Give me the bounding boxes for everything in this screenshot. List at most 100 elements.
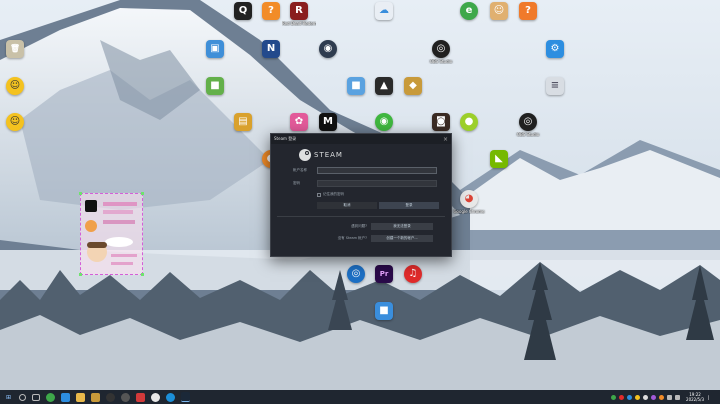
create-account-button[interactable]: 创建一个新的帐户... (371, 235, 433, 242)
desktop-icon-label: OBS Studio (429, 59, 453, 64)
tray-purple-icon[interactable] (651, 394, 657, 400)
chrome-icon: ◕ (460, 190, 478, 208)
network-icon[interactable] (667, 394, 673, 400)
help-lost-row: 遇到问题? 我无法登录 (307, 223, 433, 230)
steam-logo-icon (299, 149, 311, 161)
bag-icon: ▤ (234, 113, 252, 131)
help-lost-text: 遇到问题? (351, 224, 367, 228)
remember-password-checkbox[interactable] (317, 192, 321, 197)
app-n-icon: N (262, 40, 280, 58)
taskbar-app-green-icon[interactable] (46, 392, 55, 402)
desktop-icon-app-mw[interactable]: M (311, 113, 345, 132)
desktop-icon-red-dead-redemption-2[interactable]: R Red Dead Redemption 2 (282, 2, 316, 26)
desktop-icon-nvidia[interactable]: ◣ (482, 150, 516, 169)
avatar-icon: ☺ (490, 2, 508, 20)
recycle-bin-icon: 🗑 (6, 40, 24, 58)
app-blue-icon: ■ (375, 302, 393, 320)
login-button[interactable]: 登录 (379, 202, 439, 209)
app-green-icon: e (460, 2, 478, 20)
nvidia-icon: ◣ (490, 150, 508, 168)
desktop-icon-netease-music[interactable]: ♫ (396, 265, 430, 284)
tray-yellow-icon[interactable] (635, 394, 641, 400)
desktop-icon-label: OBS Studio (516, 132, 540, 137)
account-input[interactable] (317, 167, 437, 174)
divider (277, 216, 445, 217)
desktop-icon-app-green-round[interactable]: ● (452, 113, 486, 132)
password-input[interactable] (317, 180, 437, 187)
search-icon[interactable] (19, 393, 26, 401)
game-icon: ◙ (432, 113, 450, 131)
window-title: Steam 登录 (274, 136, 297, 141)
desktop-icon-app-yellow[interactable]: ☺ (0, 77, 32, 96)
steam-login-window[interactable]: Steam 登录 × STEAM 帐户名称 密码 记住我的密码 取消 登录 遇到… (270, 133, 452, 257)
qq-icon: Q (234, 2, 252, 20)
app-blue-icon: ■ (347, 77, 365, 95)
desktop-icon-recycle-bin[interactable]: 🗑 (0, 40, 32, 59)
cancel-button[interactable]: 取消 (317, 202, 377, 209)
desktop-icon-obs-studio-2[interactable]: ◎ OBS Studio (511, 113, 545, 137)
document-icon: ≡ (546, 77, 564, 95)
globe-icon: ◉ (319, 40, 337, 58)
desktop-icon-label: Google Chrome (453, 209, 485, 214)
steam-titlebar[interactable]: Steam 登录 × (271, 134, 451, 144)
wechat-icon: ◉ (375, 113, 393, 131)
desktop-icon-app-green[interactable]: e (452, 2, 486, 21)
desktop-icon-app-yellow-2[interactable]: ☺ (0, 113, 32, 132)
music-icon: ♫ (404, 265, 422, 283)
desktop-sticker-widget[interactable] (79, 192, 144, 276)
taskbar-app-dark-icon[interactable] (106, 392, 115, 402)
desktop-icon-app-bag[interactable]: ▤ (226, 113, 260, 132)
show-desktop-button[interactable]: ▏ (708, 390, 716, 404)
desktop-icon-google-chrome[interactable]: ◕ Google Chrome (452, 190, 486, 214)
password-row: 密码 (293, 180, 437, 187)
tray-white-icon[interactable] (643, 394, 649, 400)
taskbar-app-folder-icon[interactable] (76, 392, 85, 402)
desktop-icon-wechat[interactable]: ◉ (367, 113, 401, 132)
app-dark-icon: ▲ (375, 77, 393, 95)
taskbar-app-gold-icon[interactable] (91, 392, 100, 402)
app-gold-icon: ◆ (404, 77, 422, 95)
desktop-icon-app-green-2[interactable]: ■ (198, 77, 232, 96)
desktop-icon-folder-blue[interactable]: ▣ (198, 40, 232, 59)
windows-start-icon[interactable]: ⊞ (4, 393, 13, 402)
app-orange-icon: ? (262, 2, 280, 20)
desktop-icon-app-globe[interactable]: ◉ (311, 40, 345, 59)
smiley-icon: ☺ (6, 113, 24, 131)
taskbar-steam-icon[interactable] (181, 392, 190, 402)
app-green-icon: ● (460, 113, 478, 131)
account-row: 帐户名称 (293, 167, 437, 174)
app-green-icon: ■ (206, 77, 224, 95)
desktop-icon-obs-studio[interactable]: ◎ OBS Studio (424, 40, 458, 64)
task-view-icon[interactable] (32, 393, 40, 401)
taskbar-app-edge-icon[interactable] (166, 392, 175, 402)
taskbar-app-chrome-icon[interactable] (151, 392, 160, 402)
tray-red-icon[interactable] (619, 394, 625, 400)
close-icon[interactable]: × (443, 136, 448, 143)
clock[interactable]: 19:22 2022/5/3 (686, 392, 704, 402)
tray-orange-icon[interactable] (659, 394, 665, 400)
premiere-icon: Pr (375, 265, 393, 283)
sticker-artwork (85, 200, 137, 265)
desktop-icon-app-blue-3[interactable]: ■ (367, 302, 401, 321)
obs-icon: ◎ (432, 40, 450, 58)
tray-green-icon[interactable] (611, 394, 617, 400)
tray-blue-icon[interactable] (627, 394, 633, 400)
desktop-icon-app-orange-2[interactable]: ? (511, 2, 545, 21)
desktop-icon-app-gold[interactable]: ◆ (396, 77, 430, 96)
cant-sign-in-button[interactable]: 我无法登录 (371, 223, 433, 230)
clock-date: 2022/5/3 (686, 397, 704, 402)
desktop-icon-app-blue-settings[interactable]: ⚙ (538, 40, 572, 59)
desktop-icon-app-n[interactable]: N (254, 40, 288, 59)
taskbar-app-red-icon[interactable] (136, 392, 145, 402)
volume-icon[interactable] (675, 394, 681, 400)
game-red-icon: R (290, 2, 308, 20)
desktop-icon-app-doc[interactable]: ≡ (538, 77, 572, 96)
desktop-icon-app-cloud[interactable]: ☁ (367, 2, 401, 21)
settings-icon: ⚙ (546, 40, 564, 58)
taskbar-app-obs-icon[interactable] (121, 392, 130, 402)
cloud-icon: ☁ (375, 2, 393, 20)
account-label: 帐户名称 (293, 168, 307, 172)
folder-icon: ▣ (206, 40, 224, 58)
taskbar-app-blue-icon[interactable] (61, 392, 70, 402)
flower-icon: ✿ (290, 113, 308, 131)
